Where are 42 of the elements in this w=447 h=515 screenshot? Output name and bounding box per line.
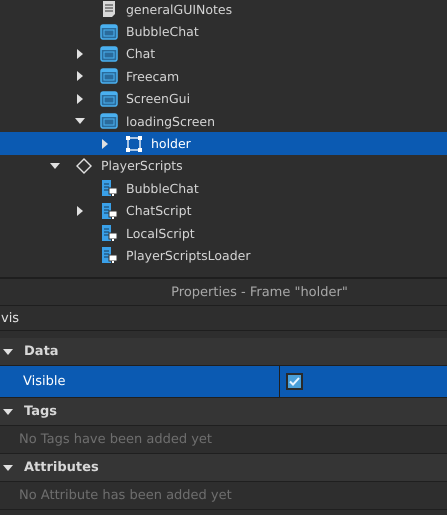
expand-arrow-icon[interactable] (100, 138, 110, 149)
tree-item[interactable]: ScreenGui (0, 88, 447, 110)
tree-item[interactable]: holder (0, 132, 447, 155)
frame-icon (125, 134, 143, 153)
window-icon (100, 90, 118, 108)
section-header[interactable]: Data (0, 338, 447, 366)
section-header[interactable]: Attributes (0, 454, 447, 482)
document-icon (100, 0, 118, 18)
tree-item[interactable]: PlayerScriptsLoader (0, 244, 447, 267)
expand-arrow-icon[interactable] (75, 71, 85, 82)
tree-item[interactable]: generalGUINotes (0, 0, 447, 20)
script-icon (100, 202, 118, 220)
window-icon (100, 112, 118, 130)
expand-arrow-icon[interactable] (75, 94, 85, 104)
tree-item[interactable]: ChatScript (0, 200, 447, 222)
section-header[interactable]: Tags (0, 398, 447, 426)
collapse-arrow-icon[interactable] (75, 116, 85, 126)
window-icon (100, 22, 118, 41)
script-icon (100, 246, 118, 264)
property-row[interactable]: Visible (0, 366, 447, 398)
tree-item[interactable]: PlayerScripts (0, 154, 447, 178)
tree-item[interactable]: Freecam (0, 65, 447, 88)
search-field[interactable]: vis (0, 305, 447, 331)
script-icon (100, 224, 118, 242)
diamond-icon (75, 156, 93, 175)
collapse-arrow-icon[interactable] (3, 462, 13, 472)
checkbox[interactable] (286, 373, 303, 390)
collapse-arrow-icon[interactable] (3, 346, 13, 356)
tree-item[interactable]: loadingScreen (0, 110, 447, 132)
expand-arrow-icon[interactable] (75, 48, 85, 59)
window-icon (100, 44, 118, 63)
tree-item[interactable]: LocalScript (0, 222, 447, 244)
tree-item[interactable]: BubbleChat (0, 177, 447, 200)
window-icon (100, 67, 118, 86)
expand-arrow-icon[interactable] (75, 206, 85, 216)
collapse-arrow-icon[interactable] (3, 406, 13, 416)
check-icon (289, 377, 300, 386)
script-icon (100, 179, 118, 198)
collapse-arrow-icon[interactable] (50, 160, 60, 171)
tree-item[interactable]: BubbleChat (0, 20, 447, 43)
tree-item[interactable]: Chat (0, 42, 447, 66)
panel-title: Properties - Frame "holder" (171, 284, 348, 300)
